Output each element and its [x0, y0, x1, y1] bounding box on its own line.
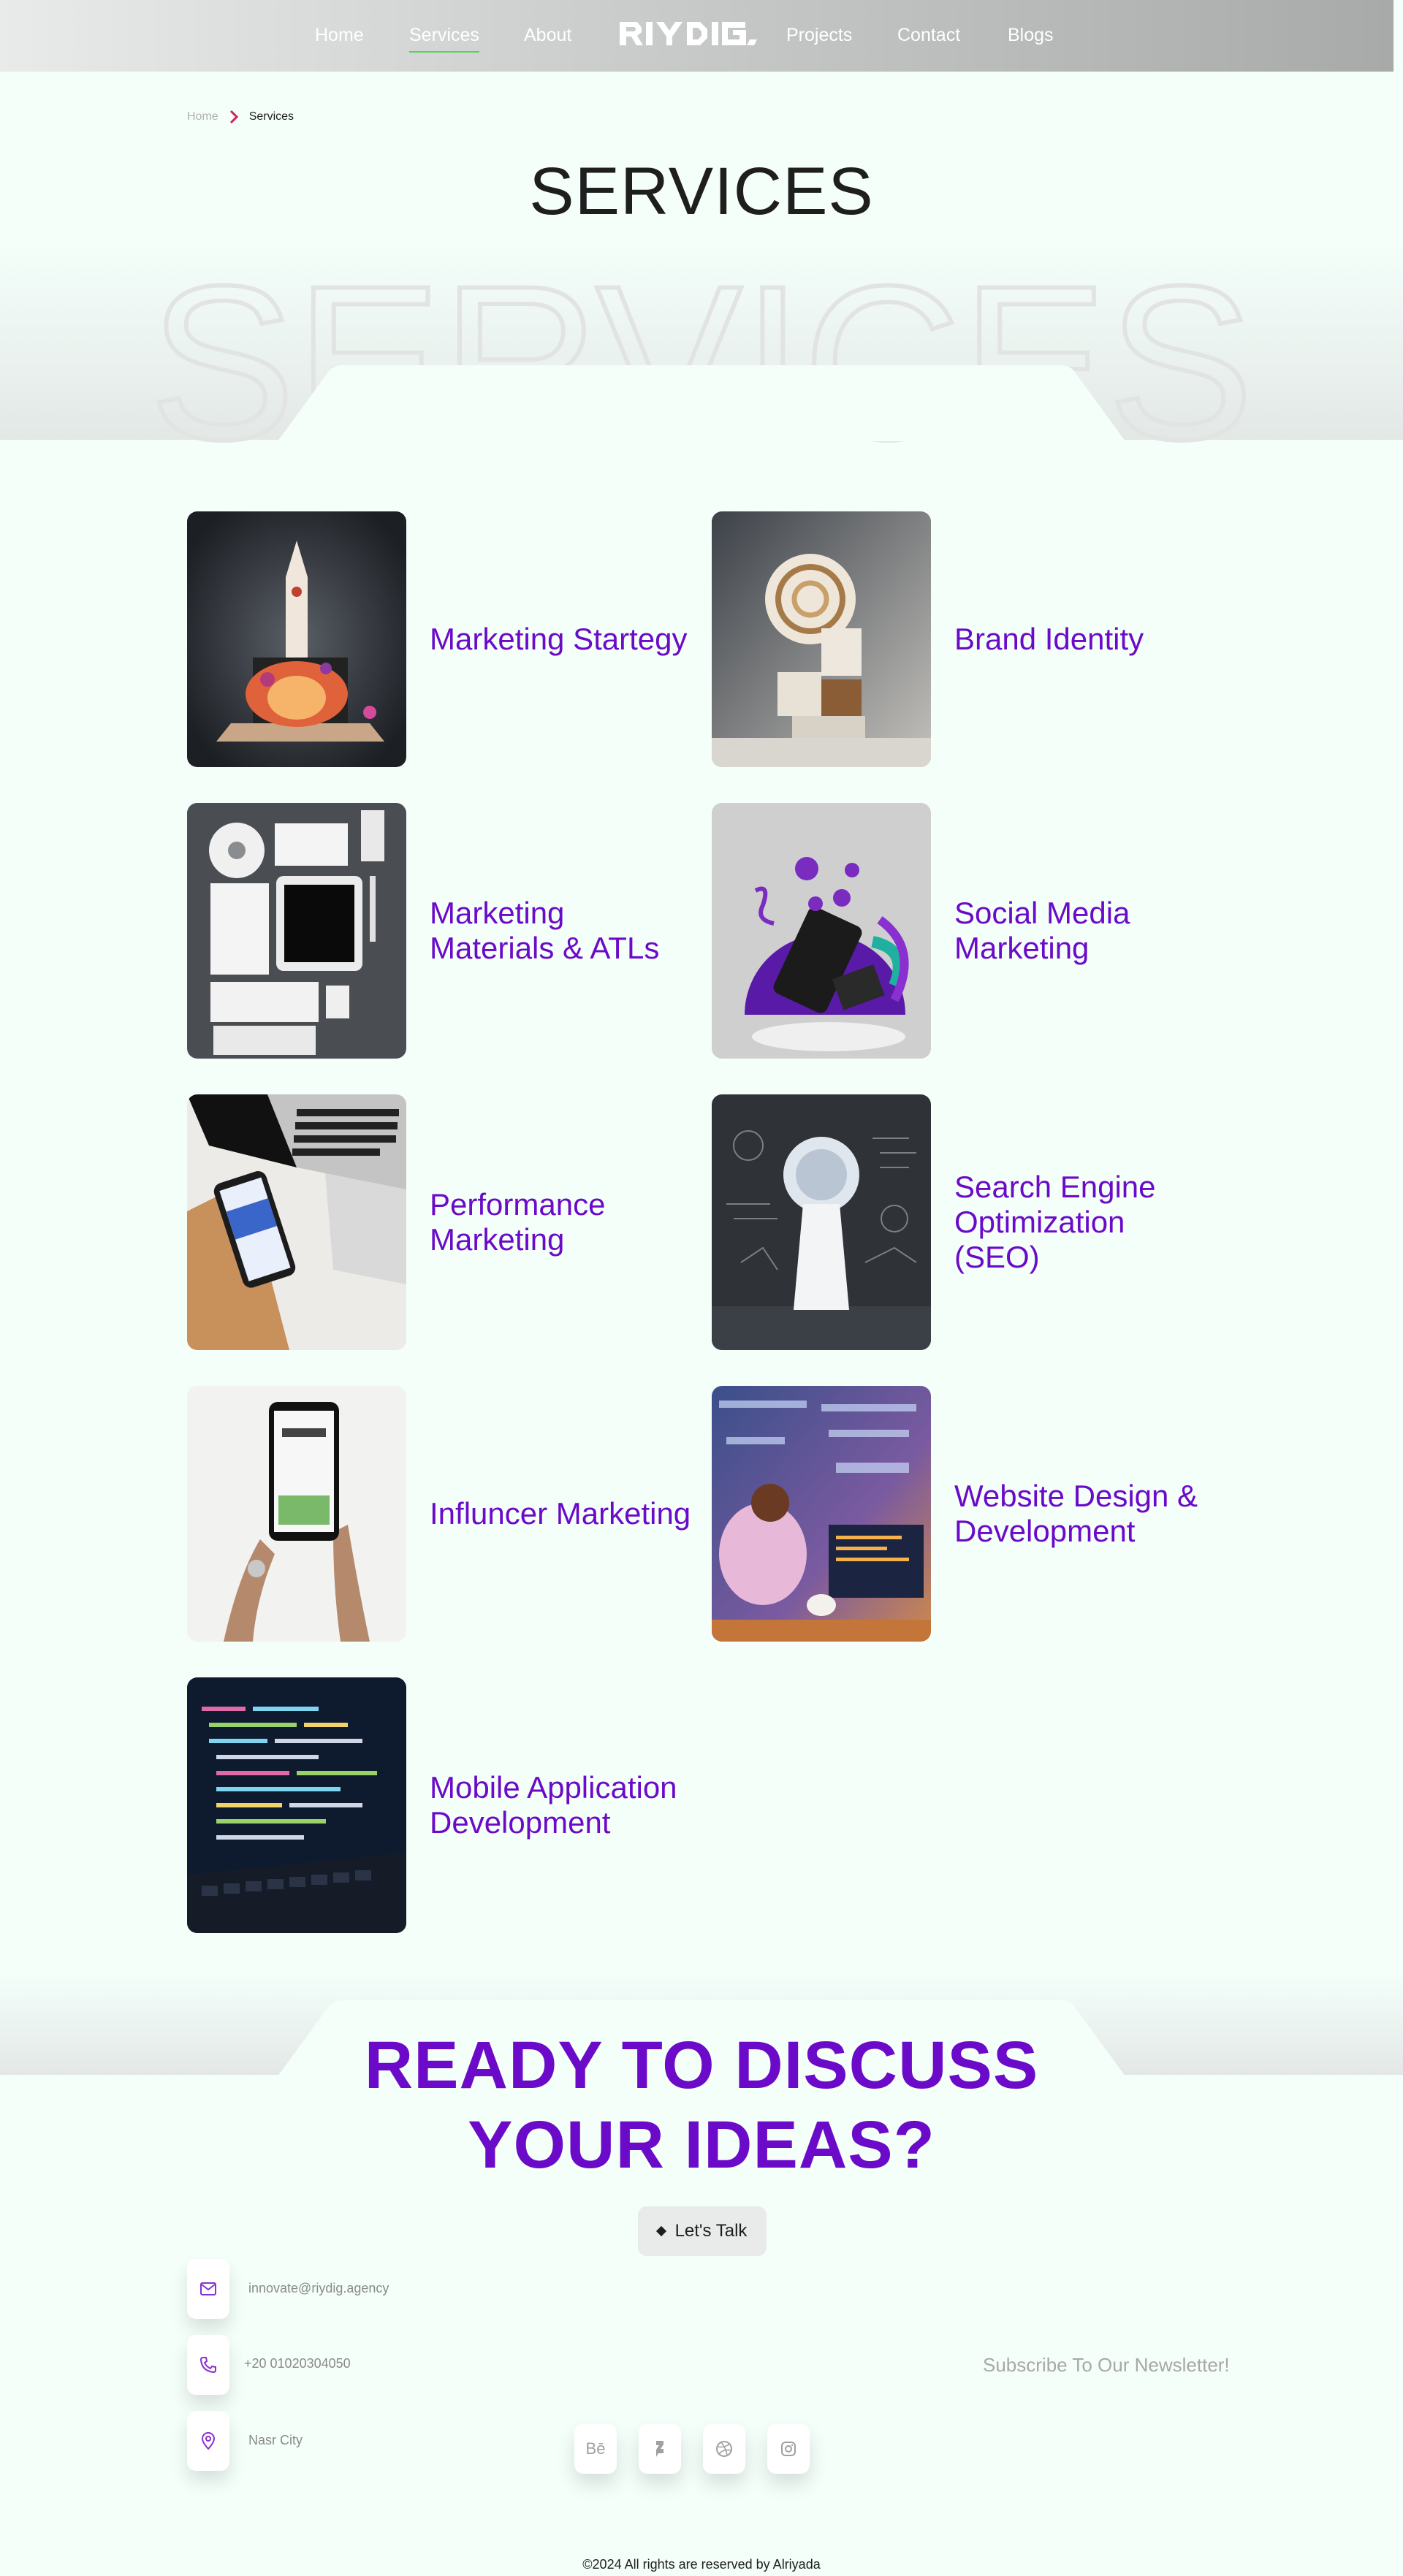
service-card[interactable]: Mobile Application Development — [187, 1677, 699, 1933]
cta-heading-ideas: IDEAS? — [684, 2108, 935, 2182]
lets-talk-label: Let's Talk — [674, 2221, 748, 2241]
mail-icon — [200, 2282, 216, 2295]
social-phone-illustration — [712, 803, 931, 1059]
instagram-glyph — [781, 2442, 796, 2456]
service-title: Mobile Application Development — [430, 1770, 677, 1840]
service-image — [187, 803, 406, 1059]
laptop-phone-desk — [187, 1094, 406, 1350]
service-image — [712, 803, 931, 1059]
service-card[interactable]: Marketing Materials & ATLs — [187, 803, 699, 1059]
breadcrumb-home[interactable]: Home — [187, 110, 218, 123]
nav-services-label: Services — [409, 25, 479, 45]
service-image — [187, 1386, 406, 1642]
nav-about[interactable]: About — [524, 25, 571, 46]
contact-email[interactable]: innovate@riydig.agency — [248, 2281, 389, 2296]
active-underline — [409, 51, 479, 53]
hero-tab-shape — [278, 365, 1125, 441]
diamond-icon — [655, 2225, 666, 2237]
map-pin-icon — [201, 2432, 216, 2450]
service-card[interactable]: Website Design & Development — [712, 1386, 1223, 1642]
contact-address: Nasr City — [248, 2433, 303, 2447]
page-title: SERVICES — [529, 154, 874, 229]
cta-heading-line2: YOUR IDEAS? — [0, 2107, 1403, 2184]
service-title: Search Engine Optimization (SEO) — [954, 1170, 1156, 1274]
lets-talk-button[interactable]: Let's Talk — [638, 2206, 767, 2256]
nav-services[interactable]: Services — [409, 25, 479, 53]
service-card[interactable]: Marketing Startegy — [187, 511, 699, 767]
hands-phone-connect — [187, 1386, 406, 1642]
service-image — [187, 511, 406, 767]
riydig-logo[interactable] — [618, 18, 764, 50]
contact-phone[interactable]: +20 01020304050 — [244, 2356, 351, 2371]
behance-icon[interactable]: Bē — [574, 2424, 617, 2474]
top-navbar: Home Services About Projects Contact Blo… — [0, 0, 1394, 72]
instagram-icon[interactable] — [767, 2424, 810, 2474]
deviantart-icon[interactable] — [639, 2424, 681, 2474]
service-title: Social Media Marketing — [954, 896, 1130, 965]
stationery-mockup — [187, 803, 406, 1059]
breadcrumb: Home Services — [187, 110, 294, 124]
service-card[interactable]: Brand Identity — [712, 511, 1223, 767]
service-title: Influncer Marketing — [430, 1496, 691, 1531]
service-image — [187, 1094, 406, 1350]
nav-projects[interactable]: Projects — [786, 25, 852, 46]
spiral-sculpture — [712, 511, 931, 767]
nav-blogs[interactable]: Blogs — [1008, 25, 1054, 46]
chevron-right-icon — [229, 110, 238, 124]
dribbble-glyph — [716, 2441, 732, 2457]
phone-icon-tile[interactable] — [187, 2335, 229, 2395]
service-image — [187, 1677, 406, 1933]
deviantart-glyph — [656, 2441, 664, 2457]
service-title: Marketing Startegy — [430, 622, 688, 656]
service-card[interactable]: Search Engine Optimization (SEO) — [712, 1094, 1223, 1350]
logo-mark — [620, 22, 757, 45]
code-laptop — [187, 1677, 406, 1933]
location-icon-tile[interactable] — [187, 2411, 229, 2471]
developer-html — [712, 1386, 931, 1642]
service-title: Performance Marketing — [430, 1187, 606, 1257]
nav-contact[interactable]: Contact — [897, 25, 960, 46]
email-icon-tile[interactable] — [187, 2259, 229, 2319]
service-title: Brand Identity — [954, 622, 1144, 656]
service-card[interactable]: Influncer Marketing — [187, 1386, 699, 1642]
breadcrumb-current: Services — [248, 110, 294, 123]
newsletter-heading: Subscribe To Our Newsletter! — [983, 2354, 1230, 2376]
service-image — [712, 511, 931, 767]
phone-icon — [199, 2357, 216, 2374]
nav-home[interactable]: Home — [315, 25, 364, 46]
service-title: Website Design & Development — [954, 1479, 1198, 1548]
service-card[interactable]: Social Media Marketing — [712, 803, 1223, 1059]
service-image — [712, 1386, 931, 1642]
cta-heading-line1: READY TO DISCUSS — [364, 2028, 1039, 2103]
cta-heading-your: YOUR — [468, 2108, 685, 2182]
service-title: Marketing Materials & ATLs — [430, 896, 660, 965]
footer-copyright: ©2024 All rights are reserved by Alriyad… — [582, 2557, 821, 2572]
rocket-illustration — [187, 511, 406, 767]
dribbble-icon[interactable] — [703, 2424, 745, 2474]
service-image — [712, 1094, 931, 1350]
keyhole-chalkboard — [712, 1094, 931, 1350]
service-card[interactable]: Performance Marketing — [187, 1094, 699, 1350]
